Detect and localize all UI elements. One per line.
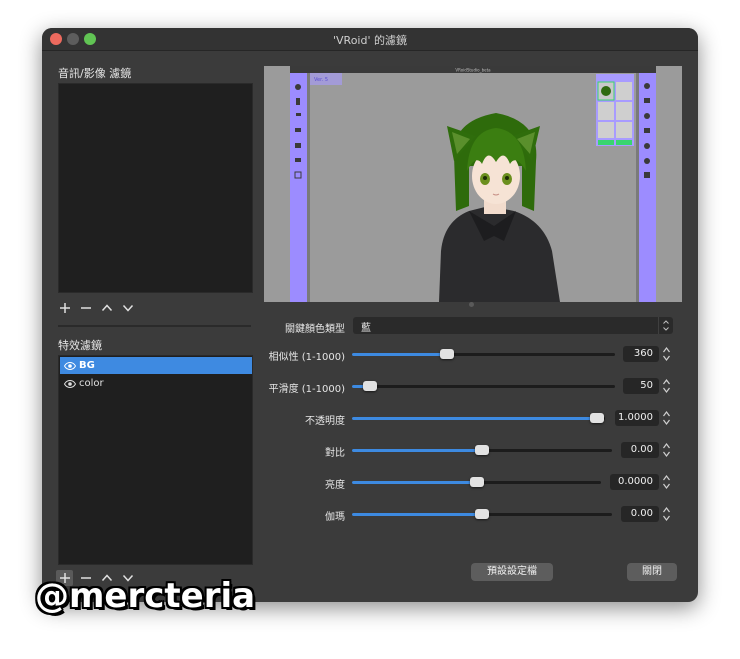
gamma-slider-thumb[interactable] <box>475 509 489 519</box>
remove-av-filter-button[interactable] <box>77 300 94 316</box>
chevron-up-icon <box>101 304 112 312</box>
filters-window: 'VRoid' 的濾鏡 音訊/影像 濾鏡 特效濾鏡 BG color VRoid… <box>42 28 698 602</box>
opacity-input[interactable]: 1.0000 <box>615 410 659 426</box>
av-filters-label: 音訊/影像 濾鏡 <box>58 67 132 80</box>
window-title: 'VRoid' 的濾鏡 <box>333 34 407 47</box>
contrast-slider[interactable] <box>352 445 612 455</box>
brightness-slider[interactable] <box>352 477 601 487</box>
opacity-slider[interactable] <box>352 413 605 423</box>
brightness-label: 亮度 <box>325 480 345 491</box>
opacity-stepper-icon[interactable] <box>661 409 672 427</box>
watermark-text: @mercteria <box>35 576 256 616</box>
chevron-down-icon <box>122 304 133 312</box>
contrast-stepper-icon[interactable] <box>661 441 672 459</box>
preview-image: VRoidStudio_beta Ver. 5 <box>264 66 682 302</box>
key-color-type-value: 藍 <box>361 323 371 334</box>
select-arrows-icon <box>658 317 673 334</box>
key-color-type-select[interactable]: 藍 <box>353 317 673 334</box>
preview-resize-handle[interactable] <box>469 302 474 307</box>
contrast-label: 對比 <box>325 448 345 459</box>
move-up-av-filter-button[interactable] <box>98 300 115 316</box>
filter-item-bg[interactable]: BG <box>60 357 252 374</box>
filter-item-label: BG <box>79 360 95 371</box>
contrast-slider-thumb[interactable] <box>475 445 489 455</box>
inner-window-title: VRoidStudio_beta <box>455 68 491 73</box>
opacity-label: 不透明度 <box>305 416 345 427</box>
filter-preview: VRoidStudio_beta Ver. 5 <box>264 66 682 302</box>
section-divider <box>58 325 251 327</box>
similarity-stepper-icon[interactable] <box>661 345 672 363</box>
similarity-slider[interactable] <box>352 349 615 359</box>
smoothness-stepper-icon[interactable] <box>661 377 672 395</box>
gamma-label: 伽瑪 <box>325 512 345 523</box>
key-color-type-label: 關鍵顏色類型 <box>285 324 345 335</box>
filter-item-label: color <box>79 378 104 389</box>
eye-icon[interactable] <box>64 379 76 388</box>
smoothness-slider-thumb[interactable] <box>363 381 378 391</box>
title-bar: 'VRoid' 的濾鏡 <box>42 28 698 51</box>
brightness-slider-thumb[interactable] <box>469 477 484 487</box>
move-down-av-filter-button[interactable] <box>119 300 136 316</box>
av-filters-list[interactable] <box>58 83 253 293</box>
smoothness-label: 平滑度 (1-1000) <box>268 384 345 395</box>
similarity-input[interactable]: 360 <box>623 346 659 362</box>
gamma-slider[interactable] <box>352 509 612 519</box>
gamma-stepper-icon[interactable] <box>661 505 672 523</box>
gamma-input[interactable]: 0.00 <box>621 506 659 522</box>
effect-filters-list: BG color <box>58 355 253 565</box>
close-button[interactable]: 關閉 <box>627 563 677 581</box>
add-av-filter-button[interactable] <box>56 300 73 316</box>
contrast-input[interactable]: 0.00 <box>621 442 659 458</box>
defaults-button[interactable]: 預設設定檔 <box>471 563 553 581</box>
plus-icon <box>59 303 70 313</box>
opacity-slider-thumb[interactable] <box>590 413 605 423</box>
minus-icon <box>80 307 91 309</box>
similarity-label: 相似性 (1-1000) <box>268 352 345 363</box>
av-filters-toolbar <box>56 300 136 316</box>
similarity-slider-thumb[interactable] <box>439 349 454 359</box>
smoothness-input[interactable]: 50 <box>623 378 659 394</box>
brightness-input[interactable]: 0.0000 <box>610 474 659 490</box>
filter-item-color[interactable]: color <box>60 375 252 392</box>
inner-tab-label: Ver. 5 <box>314 77 328 83</box>
effect-filters-label: 特效濾鏡 <box>58 339 102 352</box>
smoothness-slider[interactable] <box>352 381 615 391</box>
brightness-stepper-icon[interactable] <box>661 473 672 491</box>
eye-icon[interactable] <box>64 361 76 370</box>
